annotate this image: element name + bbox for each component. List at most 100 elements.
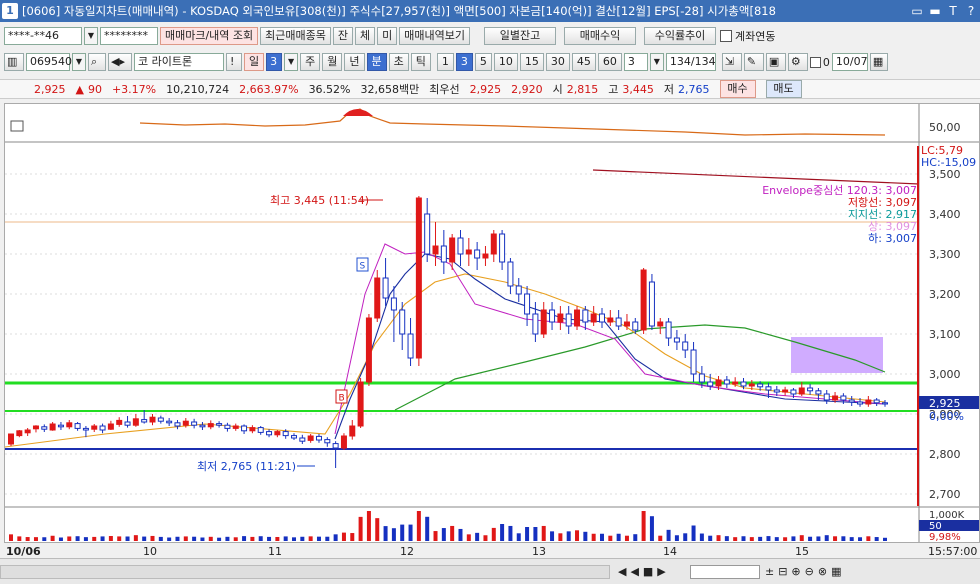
candle-body[interactable]	[74, 423, 81, 429]
candle-body[interactable]	[390, 297, 397, 311]
candle-body[interactable]	[307, 435, 314, 441]
candle-body[interactable]	[224, 424, 231, 429]
candle-body[interactable]	[882, 402, 888, 405]
candle-body[interactable]	[499, 233, 506, 263]
tick-button[interactable]: 틱	[410, 53, 431, 71]
candle-body[interactable]	[815, 390, 822, 395]
candle-body[interactable]	[524, 293, 531, 315]
candle-body[interactable]	[299, 437, 306, 442]
candle-body[interactable]	[615, 317, 622, 327]
candle-body[interactable]	[740, 381, 747, 387]
candle-body[interactable]	[191, 421, 198, 426]
candle-body[interactable]	[266, 431, 273, 436]
candle-body[interactable]	[432, 245, 439, 255]
candle-body[interactable]	[549, 309, 556, 323]
trade-history-button[interactable]: 매매내역보기	[399, 27, 471, 45]
candle-body[interactable]	[41, 426, 48, 430]
pane-settings-icon[interactable]	[10, 120, 24, 132]
daily-balance-button[interactable]: 일별잔고	[484, 27, 557, 45]
candle-body[interactable]	[124, 421, 131, 426]
candle-body[interactable]	[623, 321, 630, 327]
interval-60-button[interactable]: 60	[597, 53, 622, 71]
chart-canvas[interactable]: 50,00 최고 3,445 (11:54) 최저 2,765 (11:21) …	[5, 104, 979, 542]
candle-body[interactable]	[257, 427, 264, 433]
candle-body[interactable]	[241, 425, 248, 432]
interval-45-button[interactable]: 45	[571, 53, 596, 71]
account-input[interactable]: ****-**46	[4, 27, 82, 45]
candle-body[interactable]	[598, 313, 605, 323]
candle-body[interactable]	[24, 429, 31, 434]
candle-body[interactable]	[141, 419, 148, 423]
chart-menu-icon[interactable]: ▥	[4, 53, 24, 71]
candle-body[interactable]	[216, 423, 223, 426]
candle-body[interactable]	[291, 435, 298, 439]
candle-body[interactable]	[873, 399, 880, 404]
week-button[interactable]: 주	[300, 53, 321, 71]
candle-body[interactable]	[32, 425, 39, 430]
candle-body[interactable]	[840, 395, 847, 401]
candle-body[interactable]	[474, 249, 481, 259]
scale-icon[interactable]: ⇲	[721, 53, 742, 71]
candle-body[interactable]	[507, 261, 514, 287]
year-button[interactable]: 년	[344, 53, 365, 71]
minute-interval-dropdown[interactable]: ▼	[649, 53, 664, 71]
candle-body[interactable]	[773, 389, 780, 393]
minute-interval-input[interactable]: 3	[623, 53, 648, 71]
return-trend-button[interactable]: 수익률추이	[644, 27, 717, 45]
minimize-icon[interactable]: ▬	[926, 0, 944, 22]
save-icon[interactable]: ▣	[765, 53, 786, 71]
candle-body[interactable]	[57, 424, 64, 428]
candle-body[interactable]	[707, 381, 714, 387]
password-input[interactable]: ********	[100, 27, 158, 45]
buy-button[interactable]: 매수	[719, 80, 756, 98]
candle-body[interactable]	[374, 277, 381, 319]
candle-body[interactable]	[82, 427, 89, 431]
zoom-icons[interactable]: ±⊟⊕⊖⊗▦	[765, 565, 845, 578]
candle-body[interactable]	[199, 424, 206, 428]
candle-body[interactable]	[407, 333, 414, 359]
candle-body[interactable]	[807, 387, 814, 392]
candle-body[interactable]	[449, 237, 456, 263]
interval-30-button[interactable]: 30	[545, 53, 570, 71]
candle-body[interactable]	[557, 313, 564, 323]
candle-body[interactable]	[532, 313, 539, 335]
candle-body[interactable]	[415, 197, 422, 359]
candle-body[interactable]	[274, 431, 281, 436]
playback-icons[interactable]: ◀◀■▶	[618, 565, 670, 578]
sound-icon[interactable]: ◀▸	[108, 53, 132, 71]
draw-icon[interactable]: ✎	[743, 53, 764, 71]
candle-body[interactable]	[665, 321, 672, 339]
candle-body[interactable]	[848, 399, 855, 403]
candle-body[interactable]	[91, 425, 98, 430]
candle-body[interactable]	[648, 281, 655, 327]
candle-body[interactable]	[315, 435, 322, 441]
recent-trades-button[interactable]: 최근매매종목	[260, 27, 331, 45]
candle-body[interactable]	[99, 425, 106, 431]
minute-button[interactable]: 분	[366, 53, 387, 71]
candle-body[interactable]	[424, 213, 431, 255]
candle-body[interactable]	[865, 399, 872, 405]
restore-icon[interactable]: ▭	[908, 0, 926, 22]
candle-body[interactable]	[207, 423, 214, 428]
candle-body[interactable]	[132, 418, 139, 426]
candle-body[interactable]	[399, 309, 406, 335]
candle-body[interactable]	[107, 423, 114, 430]
candle-body[interactable]	[515, 285, 522, 295]
candle-body[interactable]	[607, 317, 614, 323]
price-chart[interactable]: 50,00 최고 3,445 (11:54) 최저 2,765 (11:21) …	[4, 103, 980, 543]
candle-body[interactable]	[365, 317, 372, 383]
candle-body[interactable]	[657, 321, 664, 327]
candle-body[interactable]	[116, 419, 123, 425]
help-icon[interactable]: ?	[962, 0, 980, 22]
candle-body[interactable]	[790, 389, 797, 395]
day-count-dropdown[interactable]: ▼	[284, 53, 299, 71]
sell-button[interactable]: 매도	[765, 80, 802, 98]
candle-body[interactable]	[332, 443, 339, 449]
horizontal-scrollbar[interactable]	[0, 565, 610, 579]
stock-code-dropdown[interactable]: ▼	[72, 53, 86, 71]
candle-body[interactable]	[574, 309, 581, 327]
candle-body[interactable]	[157, 417, 164, 422]
account-dropdown[interactable]: ▼	[84, 27, 98, 45]
candle-body[interactable]	[49, 423, 56, 431]
fixed-date-checkbox[interactable]	[809, 56, 821, 68]
